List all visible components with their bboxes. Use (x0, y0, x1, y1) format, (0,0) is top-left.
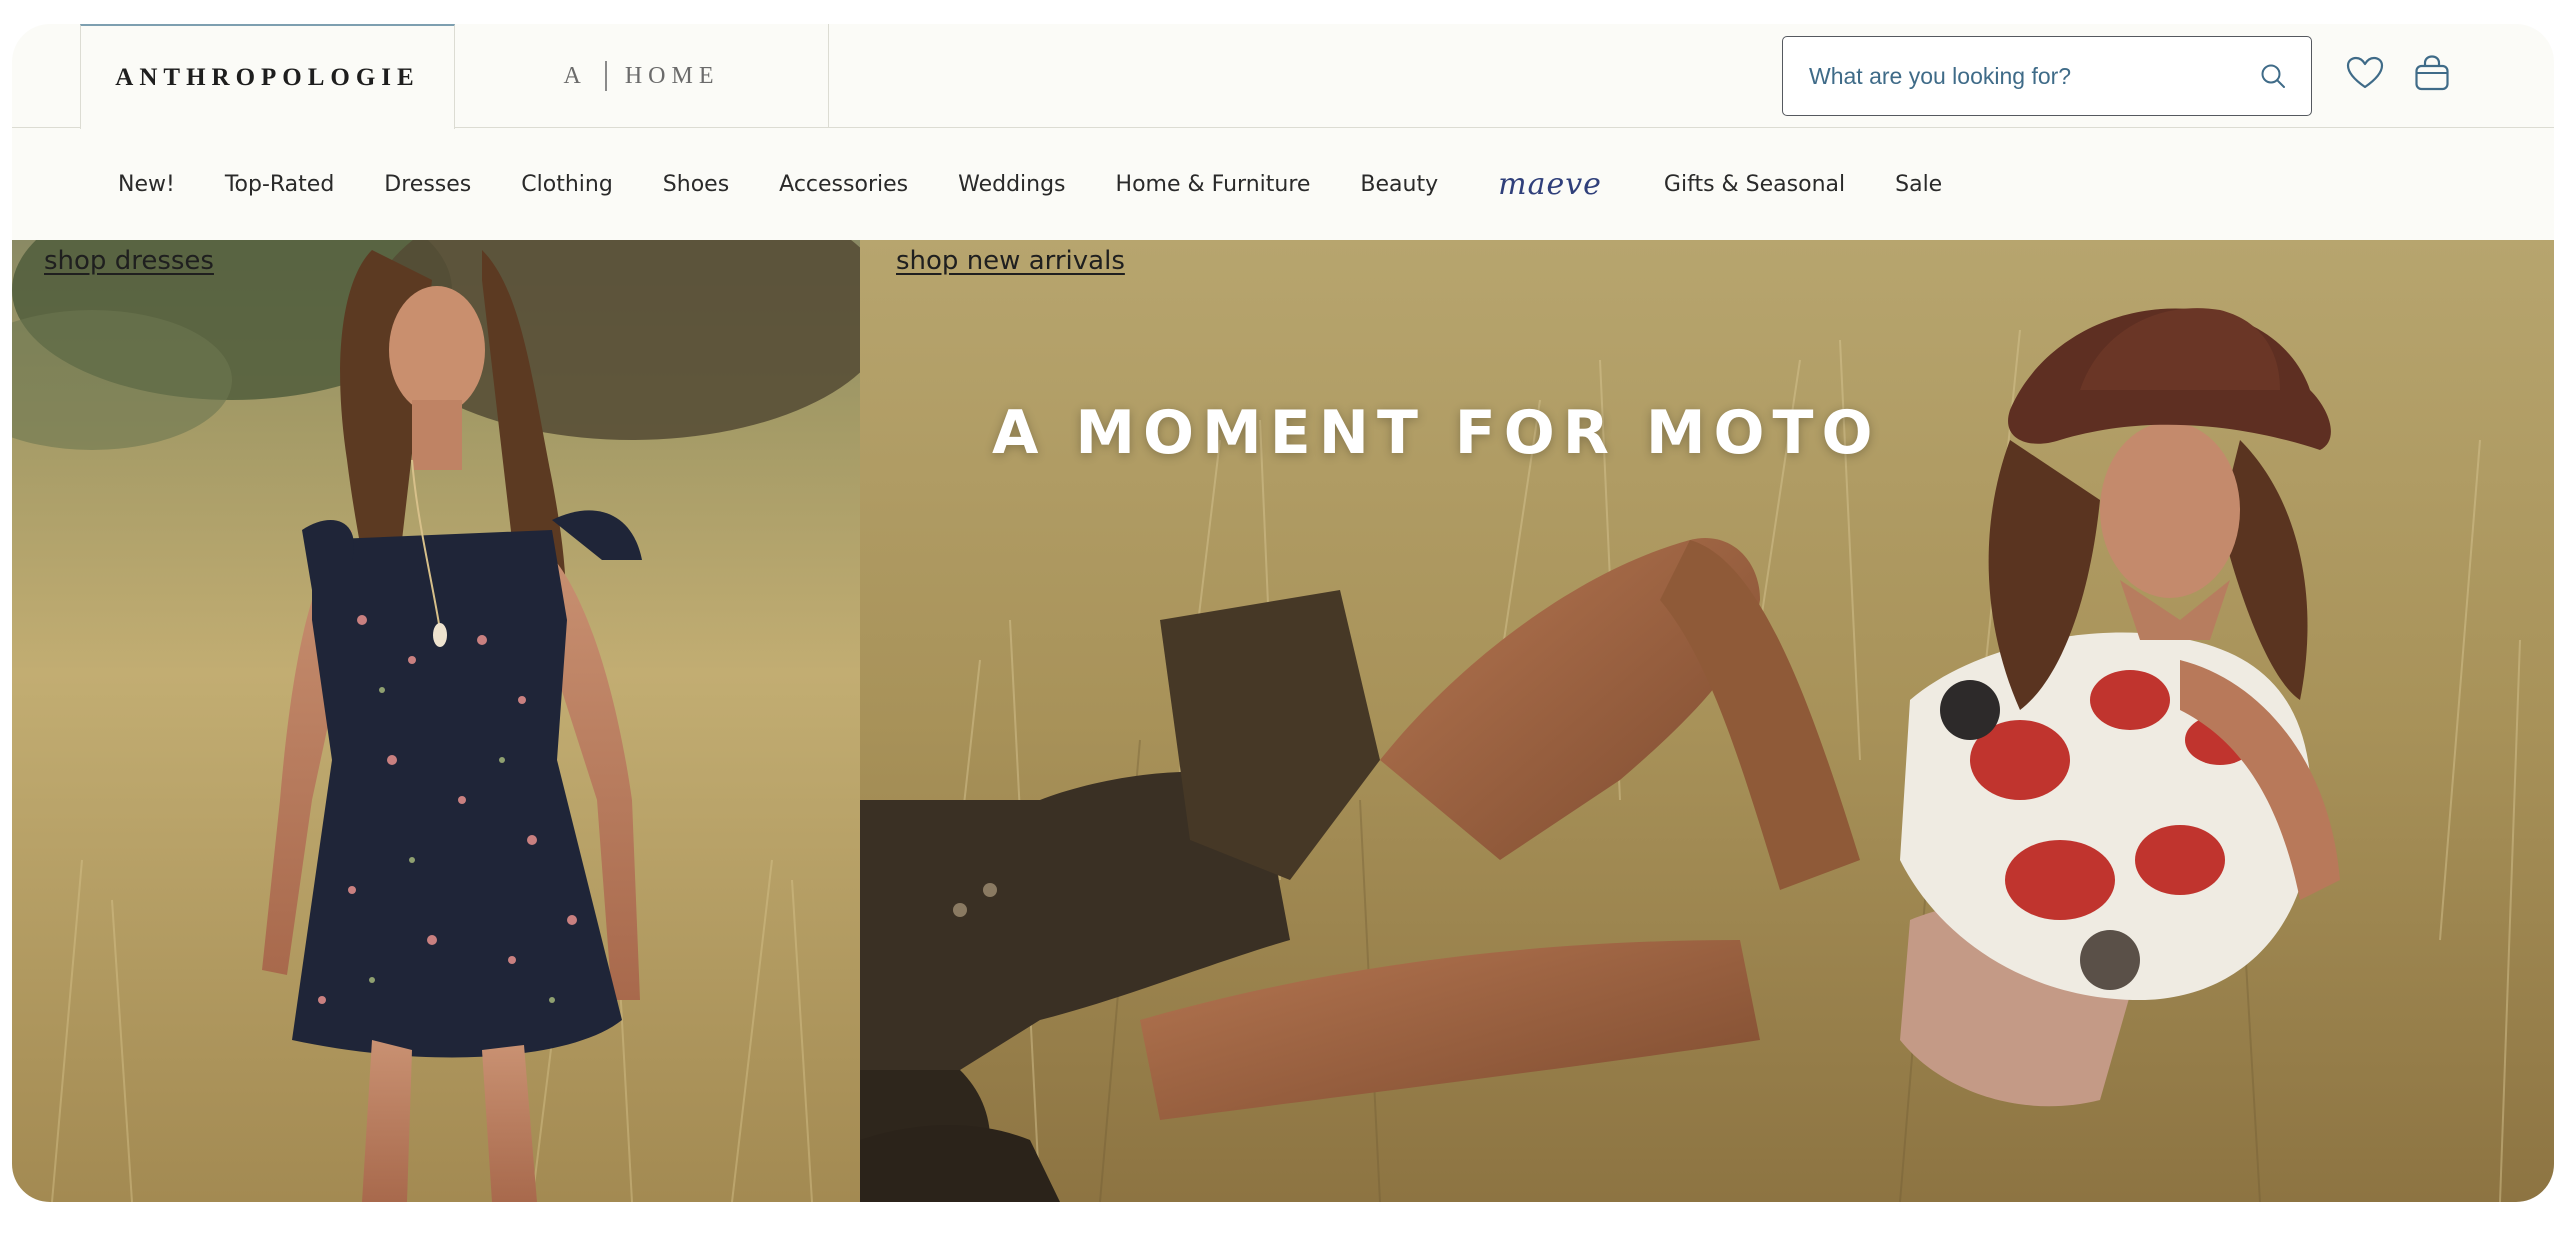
main-nav: New! Top-Rated Dresses Clothing Shoes Ac… (12, 128, 2554, 240)
nav-item-maeve-logo[interactable]: maeve (1498, 167, 1602, 202)
dress-model-photo (12, 240, 860, 1202)
anthropologie-logo: ANTHROPOLOGIE (115, 63, 420, 91)
nav-item-beauty[interactable]: Beauty (1360, 172, 1438, 197)
brand-tab-home[interactable]: A HOME (455, 24, 829, 128)
heart-icon[interactable] (2342, 50, 2388, 96)
moto-model-photo (860, 240, 2554, 1202)
header: ANTHROPOLOGIE A HOME (12, 24, 2554, 129)
a-home-logo: A HOME (563, 61, 719, 91)
hero-panel-new-arrivals[interactable]: shop new arrivals A MOMENT FOR MOTO (860, 240, 2554, 1202)
nav-item-top-rated[interactable]: Top-Rated (225, 172, 334, 197)
search-bar (1782, 36, 2312, 116)
nav-item-clothing[interactable]: Clothing (521, 172, 613, 197)
nav-item-dresses[interactable]: Dresses (384, 172, 471, 197)
logo-divider (604, 61, 607, 91)
shop-new-arrivals-link[interactable]: shop new arrivals (896, 246, 1125, 276)
a-home-logo-prefix: A (563, 62, 587, 89)
shop-dresses-link[interactable]: shop dresses (44, 246, 214, 276)
nav-item-sale[interactable]: Sale (1895, 172, 1942, 197)
nav-item-gifts-seasonal[interactable]: Gifts & Seasonal (1664, 172, 1845, 197)
shopping-bag-icon[interactable] (2409, 50, 2455, 96)
hero-headline: A MOMENT FOR MOTO (992, 398, 1881, 468)
page-frame: ANTHROPOLOGIE A HOME What are you lookin… (12, 24, 2554, 1202)
search-icon[interactable] (2257, 60, 2289, 92)
nav-item-weddings[interactable]: Weddings (958, 172, 1065, 197)
nav-item-new[interactable]: New! (118, 172, 175, 197)
nav-item-home-furniture[interactable]: Home & Furniture (1116, 172, 1311, 197)
search-input[interactable] (1809, 62, 2257, 90)
a-home-logo-label: HOME (624, 62, 720, 89)
nav-item-shoes[interactable]: Shoes (663, 172, 729, 197)
hero-banner: shop dresses shop new arrivals A MOMENT … (12, 240, 2554, 1202)
brand-tab-anthropologie[interactable]: ANTHROPOLOGIE (80, 24, 455, 129)
hero-panel-dresses[interactable]: shop dresses (12, 240, 860, 1202)
nav-item-accessories[interactable]: Accessories (779, 172, 908, 197)
